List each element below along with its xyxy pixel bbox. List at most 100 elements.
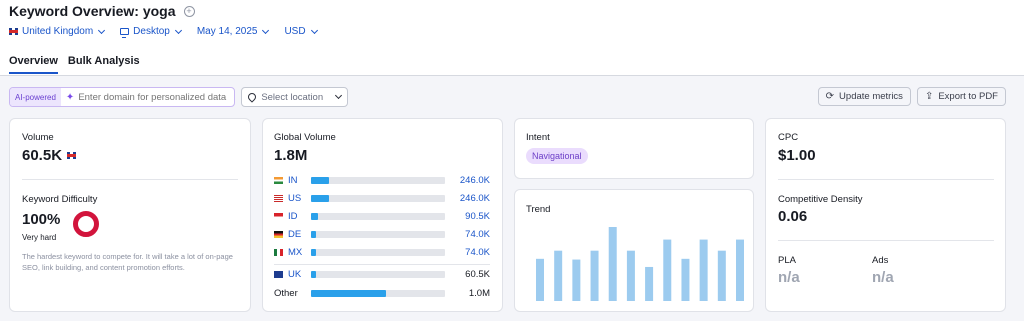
domain-input[interactable] [78,91,235,103]
database-label: United Kingdom [22,26,94,37]
uk-flag-icon [67,152,77,159]
database-selector[interactable]: United Kingdom [9,26,106,37]
toolbar: AI-powered ✦ Select location [9,87,349,107]
other-value: 1.0M [468,288,490,299]
export-pdf-button[interactable]: ⇪ Export to PDF [916,87,1006,106]
location-select[interactable]: Select location [241,87,349,107]
trend-bar [717,250,726,301]
country-code: DE [288,229,302,240]
country-code: IN [288,175,298,186]
page-header: Keyword Overview: yoga + United Kingdom … [0,0,1024,76]
trend-bar [626,250,635,301]
device-label: Desktop [133,26,170,37]
update-metrics-button[interactable]: ⟳ Update metrics [817,87,911,106]
volume-bar-fill [311,177,330,184]
trend-bar [608,227,617,301]
volume-bar-fill [311,271,316,278]
volume-value-row: 60.5K [22,147,77,164]
trend-bar [645,266,654,301]
global-volume-label: Global Volume [274,132,336,143]
divider [778,179,994,180]
action-buttons: ⟳ Update metrics ⇪ Export to PDF [817,87,1006,106]
tab-bulk-analysis[interactable]: Bulk Analysis [68,55,140,74]
trend-bar [536,258,544,301]
date-label: May 14, 2025 [196,26,258,37]
filter-bar: United Kingdom Desktop May 14, 2025 USD [9,26,333,38]
divider [274,264,490,265]
kd-label: Keyword Difficulty [22,194,98,205]
kd-gauge [73,211,99,237]
divider [778,240,994,241]
date-selector[interactable]: May 14, 2025 [196,26,270,37]
volume-bar-fill [311,195,330,202]
volume-value: 60.5K [22,147,63,164]
pla-value: n/a [778,269,800,286]
chevron-down-icon [335,91,343,100]
trend-bar [554,250,563,301]
export-pdf-label: Export to PDF [938,91,998,102]
trend-chart [536,227,744,301]
us-flag-icon [274,195,283,202]
trend-bar [590,250,599,301]
country-value: 90.5K [465,211,490,222]
country-value: 246.0K [459,193,490,204]
title-row: Keyword Overview: yoga + [9,3,195,19]
other-label: Other [274,288,298,299]
kd-level: Very hard [22,233,57,242]
trend-bar [572,259,581,301]
de-flag-icon [274,231,283,238]
export-icon: ⇪ [924,91,934,102]
page-title: Keyword Overview: yoga [9,3,176,19]
volume-bar-fill [311,290,387,297]
chevron-down-icon [98,26,106,34]
trend-label: Trend [526,204,551,215]
volume-bar-us [311,195,445,202]
volume-bar-id [311,213,445,220]
volume-bar-other [311,290,445,297]
country-value: 74.0K [465,247,490,258]
update-metrics-label: Update metrics [839,91,903,102]
chevron-down-icon [262,26,270,34]
location-pin-icon [246,91,258,103]
currency-label: USD [284,26,306,37]
trend-bar [681,258,690,301]
ai-powered-badge: AI-powered [10,88,61,106]
ai-domain-box: AI-powered ✦ [9,87,236,107]
volume-bar-fill [311,249,317,256]
competitive-density-value: 0.06 [778,208,808,225]
trend-bar [736,239,744,301]
trend-bar [663,239,672,301]
in-flag-icon [274,177,283,184]
volume-bar-fill [311,231,317,238]
refresh-icon: ⟳ [825,91,835,102]
country-code: UK [288,269,302,280]
id-flag-icon [274,213,283,220]
chevron-down-icon [310,26,318,34]
competitive-density-label: Competitive Density [778,194,863,205]
country-value: 246.0K [459,175,490,186]
uk-flag-icon [274,271,283,278]
volume-bar-de [311,231,445,238]
location-placeholder: Select location [261,91,324,103]
device-selector[interactable]: Desktop [120,26,182,38]
tab-overview[interactable]: Overview [9,55,58,74]
tab-bar: Overview Bulk Analysis [9,55,140,74]
country-value: 74.0K [465,229,490,240]
currency-selector[interactable]: USD [284,26,318,37]
desktop-icon [120,28,130,38]
keyword-text: yoga [142,3,176,19]
pla-label: PLA [778,255,796,266]
volume-label: Volume [22,132,54,143]
ads-value: n/a [872,269,894,286]
country-value: 60.5K [465,269,490,280]
cpc-value: $1.00 [778,147,816,164]
title-prefix: Keyword Overview: [9,3,139,19]
volume-bar-fill [311,213,318,220]
kd-value: 100% [22,211,61,228]
add-to-list-icon[interactable]: + [183,5,195,17]
intent-label: Intent [526,132,550,143]
country-code: MX [288,247,303,258]
uk-flag-icon [9,28,18,35]
kd-description: The hardest keyword to compete for. It w… [22,252,233,272]
volume-bar-uk [311,271,445,278]
